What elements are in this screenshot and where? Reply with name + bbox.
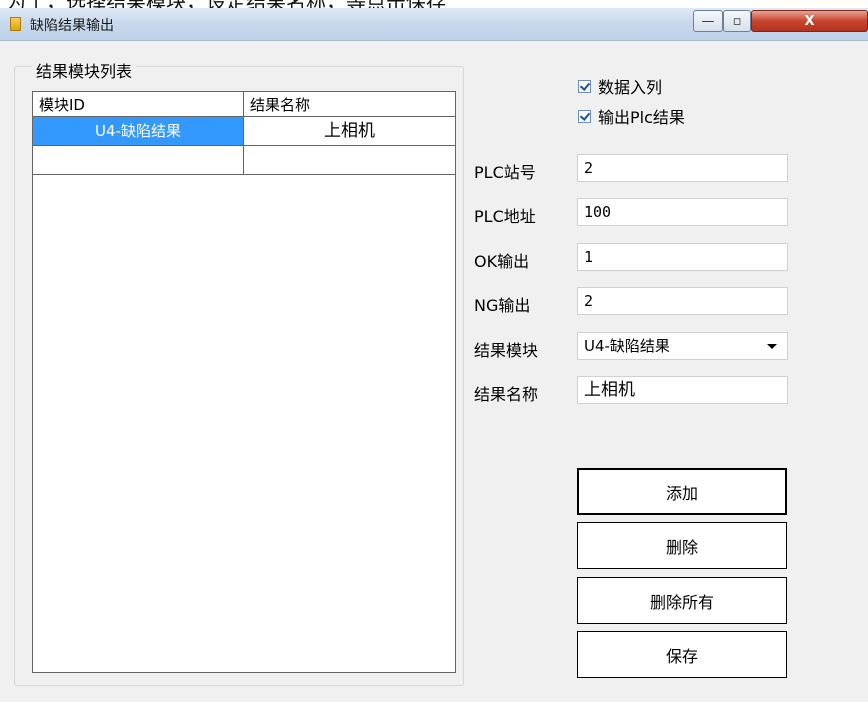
cell-result-name[interactable]	[244, 146, 455, 174]
app-icon	[10, 17, 21, 31]
result-name-input[interactable]: 上相机	[577, 376, 788, 404]
cell-module-id[interactable]: U4-缺陷结果	[33, 117, 244, 145]
close-icon: X	[804, 13, 815, 29]
maximize-button[interactable]: ▫	[723, 10, 751, 32]
ng-output-label: NG输出	[474, 296, 531, 315]
plc-station-label: PLC站号	[474, 163, 536, 182]
output-plc-label: 输出Plc结果	[598, 108, 685, 127]
table-row[interactable]: U4-缺陷结果 上相机	[33, 117, 455, 146]
result-list-group-label: 结果模块列表	[32, 58, 137, 82]
data-enqueue-option[interactable]: 数据入列	[578, 76, 663, 97]
save-button[interactable]: 保存	[577, 631, 787, 678]
instruction-text: 为了，选择结果模块，设定结果名称，等点击保存	[6, 0, 446, 8]
cell-module-id[interactable]	[33, 146, 244, 174]
result-list-grid[interactable]: 模块ID 结果名称 U4-缺陷结果 上相机	[32, 91, 456, 673]
cropped-instruction-text: 为了，选择结果模块，设定结果名称，等点击保存	[0, 0, 868, 8]
output-plc-option[interactable]: 输出Plc结果	[578, 106, 685, 127]
delete-all-button[interactable]: 删除所有	[577, 577, 787, 624]
cell-result-name[interactable]: 上相机	[244, 117, 455, 145]
result-module-value: U4-缺陷结果	[584, 337, 670, 355]
result-name-label: 结果名称	[474, 385, 539, 404]
plc-address-input[interactable]: 100	[577, 198, 788, 226]
table-row[interactable]	[33, 146, 455, 175]
delete-button[interactable]: 删除	[577, 522, 787, 569]
data-enqueue-label: 数据入列	[598, 78, 663, 97]
data-enqueue-checkbox[interactable]	[578, 79, 591, 93]
plc-address-label: PLC地址	[474, 207, 536, 226]
ng-output-input[interactable]: 2	[577, 287, 788, 315]
grid-header: 模块ID 结果名称	[33, 92, 455, 117]
plc-station-input[interactable]: 2	[577, 154, 788, 182]
result-module-label: 结果模块	[474, 341, 539, 360]
output-plc-checkbox[interactable]	[578, 109, 591, 123]
close-button[interactable]: X	[751, 10, 868, 32]
add-button[interactable]: 添加	[577, 468, 787, 515]
minimize-button[interactable]: —	[693, 10, 723, 32]
result-module-select[interactable]: U4-缺陷结果	[577, 332, 788, 360]
chevron-down-icon[interactable]	[767, 344, 777, 349]
ok-output-label: OK输出	[474, 252, 530, 271]
column-header-result-name[interactable]: 结果名称	[244, 92, 455, 116]
window-title: 缺陷结果输出	[30, 18, 114, 34]
ok-output-input[interactable]: 1	[577, 243, 788, 271]
minimize-icon: —	[701, 13, 715, 29]
title-bar[interactable]: 缺陷结果输出 — ▫ X	[0, 8, 868, 41]
column-header-module-id[interactable]: 模块ID	[33, 92, 244, 116]
maximize-icon: ▫	[732, 13, 742, 29]
